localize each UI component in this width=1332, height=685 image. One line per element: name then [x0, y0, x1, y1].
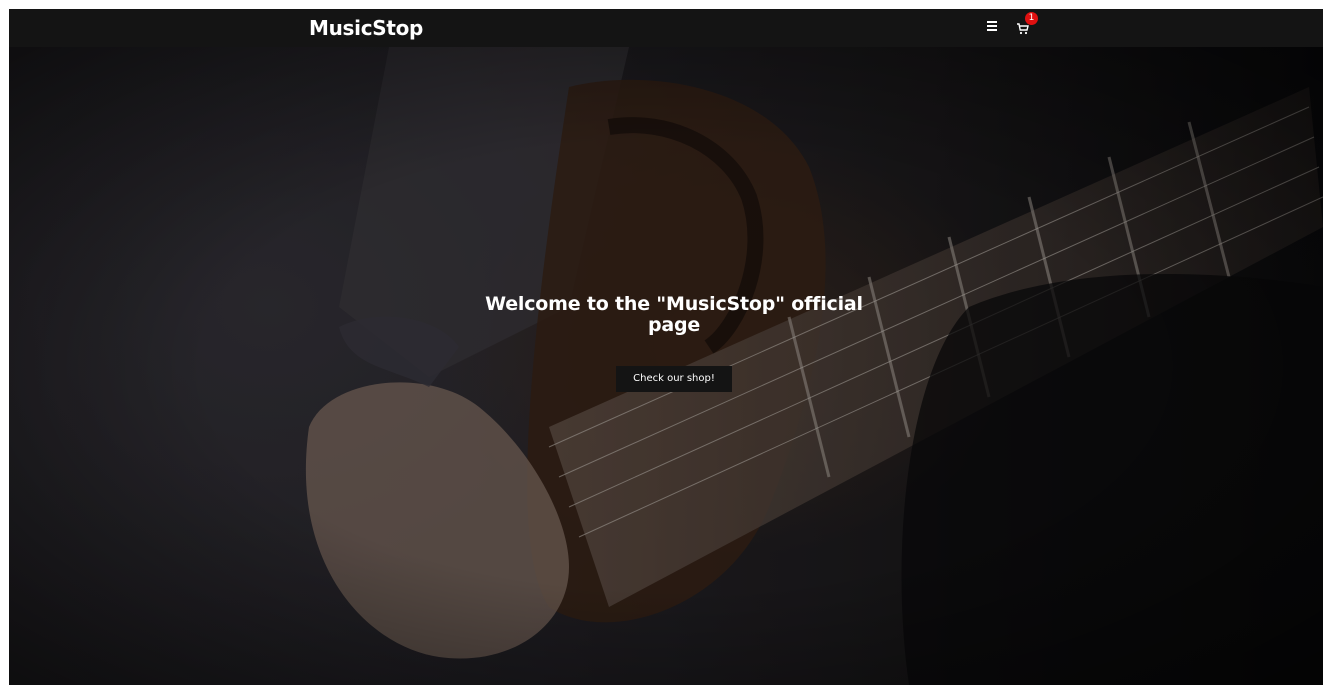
brand-logo[interactable]: MusicStop — [309, 15, 423, 41]
hero-content: Welcome to the "MusicStop" official page… — [479, 294, 869, 392]
check-shop-button[interactable]: Check our shop! — [616, 366, 732, 392]
hero-title: Welcome to the "MusicStop" official page — [485, 293, 863, 336]
page-frame: MusicStop 1 Welcome to the "MusicStop" o… — [9, 9, 1323, 685]
hero-section: Welcome to the "MusicStop" official page… — [9, 47, 1323, 685]
cart-count-badge: 1 — [1025, 12, 1038, 25]
hamburger-menu-icon[interactable] — [987, 19, 1001, 35]
navbar: MusicStop 1 — [9, 9, 1323, 47]
